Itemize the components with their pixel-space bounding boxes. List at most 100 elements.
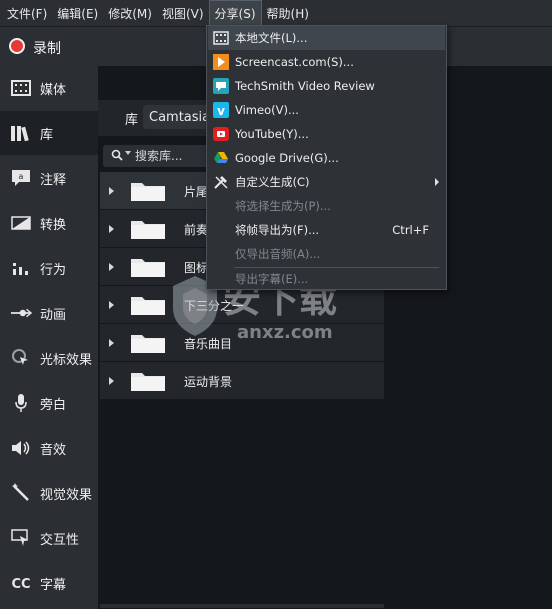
menu-edit[interactable]: 编辑(E)	[52, 0, 103, 26]
menu-bar: 文件(F) 编辑(E) 修改(M) 视图(V) 分享(S) 帮助(H)	[0, 0, 552, 26]
captions-icon: CC	[10, 572, 32, 594]
interactive-icon	[10, 527, 32, 549]
sidebar-label: 库	[40, 127, 54, 143]
cursor-effect-icon	[10, 347, 32, 369]
menu-label: 将帧导出为(F)...	[235, 223, 320, 237]
menu-label: TechSmith Video Review	[235, 79, 375, 93]
row-label: 下三分之一	[184, 299, 245, 313]
share-video-review[interactable]: TechSmith Video Review	[208, 74, 445, 98]
sidebar-item-library[interactable]: 库	[0, 111, 98, 155]
sidebar-label: 交互性	[40, 532, 80, 548]
folder-icon	[130, 370, 166, 395]
share-local-file[interactable]: 本地文件(L)...	[208, 26, 445, 50]
record-button[interactable]: 录制	[33, 38, 61, 58]
menu-label: 自定义生成(C)	[235, 175, 310, 189]
menu-label: Google Drive(G)...	[235, 151, 339, 165]
row-label: 前奏	[184, 223, 209, 237]
library-row[interactable]: 音乐曲目	[100, 324, 384, 362]
share-export-audio[interactable]: 仅导出音频(A)...	[208, 242, 445, 266]
sidebar-label: 字幕	[40, 577, 67, 593]
search-icon[interactable]	[111, 149, 123, 164]
library-row[interactable]: 运动背景	[100, 362, 384, 400]
menu-shortcut: Ctrl+F	[392, 223, 429, 237]
expand-arrow-icon[interactable]	[109, 225, 114, 233]
sidebar-item-audio-effects[interactable]: 音效	[0, 426, 98, 470]
sidebar-item-visual-effects[interactable]: 视觉效果	[0, 471, 98, 515]
share-export-frame[interactable]: 将帧导出为(F)... Ctrl+F	[208, 218, 445, 242]
expand-arrow-icon[interactable]	[109, 339, 114, 347]
vimeo-icon: v	[213, 102, 229, 118]
sidebar-item-annotations[interactable]: a 注释	[0, 156, 98, 200]
google-drive-icon	[213, 150, 229, 166]
annotation-icon: a	[10, 167, 32, 189]
menu-label: 导出字幕(E)...	[235, 272, 309, 286]
share-screencast[interactable]: Screencast.com(S)...	[208, 50, 445, 74]
sidebar-label: 注释	[40, 172, 67, 188]
menu-help[interactable]: 帮助(H)	[262, 0, 314, 26]
sidebar-label: 动画	[40, 307, 67, 323]
share-custom-production[interactable]: 自定义生成(C)	[208, 170, 445, 194]
menu-label: 将选择生成为(P)...	[235, 199, 331, 213]
behavior-icon	[10, 257, 32, 279]
transition-icon	[10, 212, 32, 234]
share-produce-selection[interactable]: 将选择生成为(P)...	[208, 194, 445, 218]
video-review-icon	[213, 78, 229, 94]
sidebar-item-behaviors[interactable]: 行为	[0, 246, 98, 290]
youtube-icon	[213, 126, 229, 142]
folder-icon	[130, 180, 166, 205]
magic-wand-icon	[10, 482, 32, 504]
svg-text:CC: CC	[11, 577, 30, 590]
menu-label: 仅导出音频(A)...	[235, 247, 321, 261]
folder-icon	[130, 332, 166, 357]
submenu-arrow-icon	[435, 178, 439, 186]
library-row[interactable]: 下三分之一	[100, 286, 384, 324]
menu-share[interactable]: 分享(S)	[208, 0, 262, 26]
sidebar-item-transitions[interactable]: 转换	[0, 201, 98, 245]
sidebar-item-interactivity[interactable]: 交互性	[0, 516, 98, 560]
speaker-icon	[10, 437, 32, 459]
sidebar-item-cursor-effects[interactable]: 光标效果	[0, 336, 98, 380]
sidebar-item-voice-narration[interactable]: 旁白	[0, 381, 98, 425]
expand-arrow-icon[interactable]	[109, 301, 114, 309]
sidebar-item-animations[interactable]: 动画	[0, 291, 98, 335]
tools-icon	[213, 174, 229, 190]
library-title: 库	[125, 113, 139, 128]
menu-modify[interactable]: 修改(M)	[103, 0, 157, 26]
share-google-drive[interactable]: Google Drive(G)...	[208, 146, 445, 170]
film-strip-icon	[213, 30, 229, 46]
sidebar-item-captions[interactable]: CC 字幕	[0, 561, 98, 605]
row-label: 运动背景	[184, 375, 233, 389]
menu-label: Screencast.com(S)...	[235, 55, 354, 69]
folder-icon	[130, 294, 166, 319]
menu-file[interactable]: 文件(F)	[2, 0, 52, 26]
sidebar-label: 媒体	[40, 82, 67, 98]
sidebar-label: 转换	[40, 217, 67, 233]
share-vimeo[interactable]: v Vimeo(V)...	[208, 98, 445, 122]
sidebar-label: 行为	[40, 262, 67, 278]
menu-view[interactable]: 视图(V)	[157, 0, 209, 26]
svg-text:v: v	[217, 104, 225, 118]
horizontal-scrollbar[interactable]	[100, 604, 384, 608]
sidebar-item-media[interactable]: 媒体	[0, 66, 98, 110]
screencast-icon	[213, 54, 229, 70]
row-label: 音乐曲目	[184, 337, 233, 351]
film-icon	[10, 77, 32, 99]
sidebar: 媒体 库 a 注释 转换 行为 动画 光标效果 旁白 音效 视觉效果 交互性 C…	[0, 66, 98, 609]
expand-arrow-icon[interactable]	[109, 263, 114, 271]
microphone-icon	[10, 392, 32, 414]
share-export-captions[interactable]: 导出字幕(E)...	[208, 268, 445, 290]
svg-text:a: a	[19, 172, 24, 181]
library-icon	[10, 122, 32, 144]
folder-icon	[130, 256, 166, 281]
expand-arrow-icon[interactable]	[109, 377, 114, 385]
chevron-down-icon[interactable]	[125, 151, 131, 155]
menu-label: YouTube(Y)...	[235, 127, 309, 141]
sidebar-label: 音效	[40, 442, 67, 458]
sidebar-label: 旁白	[40, 397, 67, 413]
animation-icon	[10, 302, 32, 324]
folder-icon	[130, 218, 166, 243]
expand-arrow-icon[interactable]	[109, 187, 114, 195]
record-icon[interactable]	[9, 38, 25, 54]
share-youtube[interactable]: YouTube(Y)...	[208, 122, 445, 146]
share-menu: 本地文件(L)... Screencast.com(S)... TechSmit…	[206, 25, 447, 290]
